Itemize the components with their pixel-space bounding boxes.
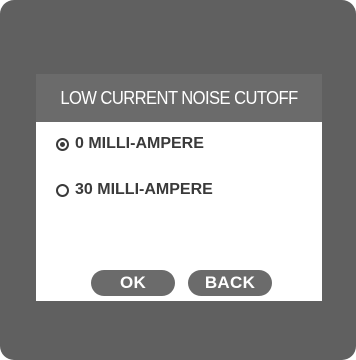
back-button-label: BACK — [204, 273, 256, 292]
dialog-header: LOW CURRENT NOISE CUTOFF — [36, 74, 322, 122]
radio-selected-icon[interactable] — [56, 137, 69, 151]
dialog-title: LOW CURRENT NOISE CUTOFF — [60, 87, 298, 108]
ok-button[interactable]: OK — [91, 270, 175, 296]
ok-button-label: OK — [119, 273, 147, 292]
back-button[interactable]: BACK — [188, 270, 272, 296]
option-30-milliampere[interactable]: 30 MILLI-AMPERE — [56, 179, 213, 201]
option-0-milliampere[interactable]: 0 MILLI-AMPERE — [56, 133, 204, 155]
option-label: 0 MILLI-AMPERE — [75, 135, 204, 152]
device-screen: LOW CURRENT NOISE CUTOFF 0 MILLI-AMPERE … — [0, 0, 356, 360]
noise-cutoff-dialog: LOW CURRENT NOISE CUTOFF 0 MILLI-AMPERE … — [36, 74, 322, 301]
radio-unselected-icon[interactable] — [56, 183, 69, 197]
option-label: 30 MILLI-AMPERE — [75, 181, 213, 198]
